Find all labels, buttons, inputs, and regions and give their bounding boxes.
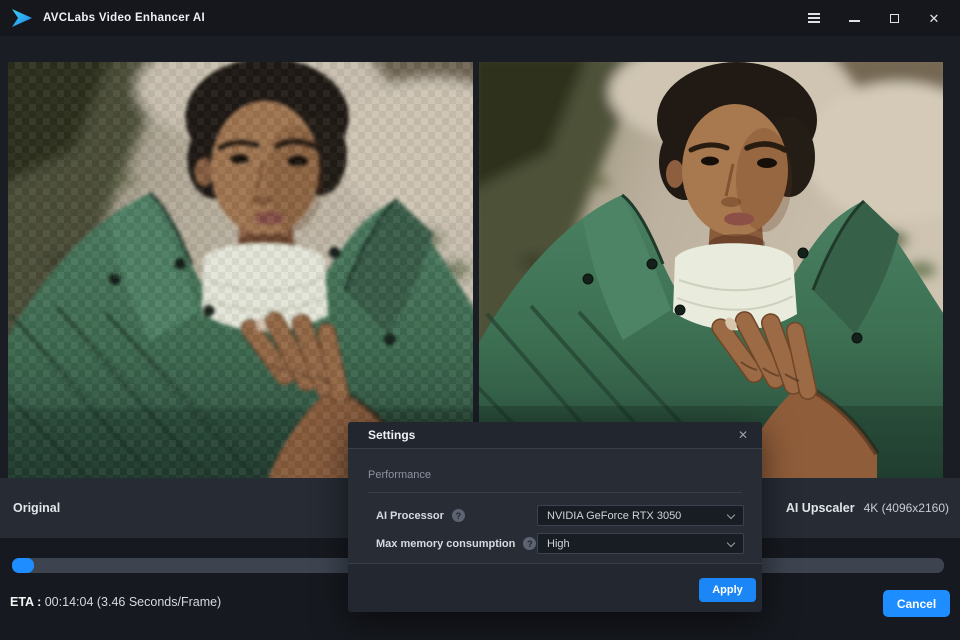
max-memory-select[interactable]: High bbox=[537, 533, 744, 554]
minimize-icon-glyph bbox=[848, 20, 860, 22]
original-video-preview bbox=[8, 62, 473, 478]
settings-close-icon[interactable]: ✕ bbox=[734, 426, 752, 444]
app-window: AVCLabs Video Enhancer AI ✕ Original AI … bbox=[0, 0, 960, 640]
chevron-down-icon bbox=[726, 538, 736, 548]
ai-processor-row: AI Processor ? NVIDIA GeForce RTX 3050 bbox=[376, 505, 744, 526]
ai-processor-select[interactable]: NVIDIA GeForce RTX 3050 bbox=[537, 505, 744, 526]
maximize-icon-glyph bbox=[889, 13, 899, 23]
ai-processor-value: NVIDIA GeForce RTX 3050 bbox=[547, 509, 682, 522]
apply-button[interactable]: Apply bbox=[699, 578, 756, 602]
menu-icon-glyph bbox=[808, 13, 820, 23]
title-bar: AVCLabs Video Enhancer AI ✕ bbox=[0, 0, 960, 36]
max-memory-label: Max memory consumption bbox=[376, 537, 516, 550]
chevron-down-icon bbox=[726, 510, 736, 520]
original-photo bbox=[8, 62, 473, 478]
maximize-icon[interactable] bbox=[886, 10, 902, 26]
settings-dialog-footer: Apply bbox=[348, 563, 762, 612]
app-title: AVCLabs Video Enhancer AI bbox=[43, 12, 205, 24]
ai-upscaler-label: AI Upscaler bbox=[785, 501, 855, 515]
settings-dialog: Settings ✕ Performance AI Processor ? NV… bbox=[348, 422, 762, 612]
close-icon[interactable]: ✕ bbox=[926, 10, 942, 26]
close-icon-glyph: ✕ bbox=[928, 10, 940, 26]
app-logo-icon bbox=[12, 9, 32, 27]
settings-dialog-title: Settings bbox=[368, 428, 416, 442]
minimize-icon[interactable] bbox=[846, 10, 862, 26]
section-divider bbox=[368, 492, 742, 493]
max-memory-row: Max memory consumption ? High bbox=[376, 533, 744, 554]
enhanced-video-preview bbox=[479, 62, 943, 478]
eta-value: 00:14:04 (3.46 Seconds/Frame) bbox=[44, 595, 222, 609]
resolution-label: 4K (4096x2160) bbox=[863, 501, 949, 515]
window-controls: ✕ bbox=[806, 10, 960, 26]
performance-section-label: Performance bbox=[368, 469, 431, 481]
eta-text: ETA : 00:14:04 (3.46 Seconds/Frame) bbox=[10, 595, 221, 609]
original-label: Original bbox=[13, 501, 61, 515]
cancel-button[interactable]: Cancel bbox=[883, 590, 950, 617]
enhanced-photo bbox=[479, 62, 943, 478]
max-memory-value: High bbox=[547, 537, 570, 550]
progress-fill bbox=[12, 558, 35, 573]
ai-processor-label: AI Processor bbox=[376, 509, 444, 522]
settings-dialog-header: Settings ✕ bbox=[348, 422, 762, 449]
menu-icon[interactable] bbox=[806, 10, 822, 26]
upscaler-label-group: AI Upscaler 4K (4096x2160) bbox=[786, 501, 949, 515]
ai-processor-help-icon[interactable]: ? bbox=[451, 509, 465, 522]
max-memory-help-icon[interactable]: ? bbox=[523, 537, 537, 550]
eta-label: ETA : bbox=[10, 595, 42, 609]
